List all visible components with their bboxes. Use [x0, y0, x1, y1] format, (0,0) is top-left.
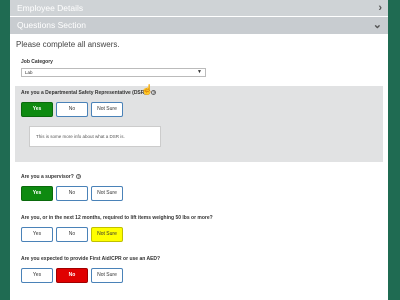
- answer-group: Yes No Not Sure: [21, 268, 388, 283]
- dropdown-caret-icon: ▼: [197, 69, 202, 75]
- no-button[interactable]: No: [56, 102, 88, 117]
- answer-group: Yes No Not Sure: [21, 227, 388, 242]
- chevron-right-icon[interactable]: ›: [378, 0, 382, 16]
- section-title: Questions Section: [17, 20, 86, 30]
- no-button[interactable]: No: [56, 227, 88, 242]
- question-text: Are you a Departmental Safety Representa…: [21, 90, 157, 96]
- question-first-aid: Are you expected to provide First Aid/CP…: [10, 252, 388, 289]
- form-panel: Employee Details › Questions Section ⌄ P…: [10, 0, 388, 300]
- yes-button[interactable]: Yes: [21, 227, 53, 242]
- not-sure-button[interactable]: Not Sure: [91, 102, 123, 117]
- not-sure-button[interactable]: Not Sure: [91, 227, 123, 242]
- intro-text: Please complete all answers.: [16, 40, 120, 49]
- answer-group: Yes No Not Sure: [21, 102, 383, 117]
- not-sure-button[interactable]: Not Sure: [91, 186, 123, 201]
- job-category-value: Lab: [25, 70, 33, 75]
- section-questions[interactable]: Questions Section ⌄: [10, 17, 388, 34]
- question-supervisor: Are you a supervisor? ? Yes No Not Sure: [10, 170, 388, 207]
- yes-button[interactable]: Yes: [21, 268, 53, 283]
- section-employee-details[interactable]: Employee Details ›: [10, 0, 388, 16]
- question-lifting: Are you, or in the next 12 months, requi…: [10, 211, 388, 248]
- chevron-down-icon[interactable]: ⌄: [373, 17, 382, 34]
- job-category-label: Job Category: [21, 59, 53, 65]
- question-dsr: Are you a Departmental Safety Representa…: [15, 86, 383, 162]
- yes-button[interactable]: Yes: [21, 102, 53, 117]
- no-button[interactable]: No: [56, 186, 88, 201]
- answer-group: Yes No Not Sure: [21, 186, 388, 201]
- hand-cursor-icon: ☝: [141, 85, 154, 96]
- help-icon[interactable]: ?: [76, 174, 82, 180]
- question-text: Are you, or in the next 12 months, requi…: [21, 215, 213, 221]
- not-sure-button[interactable]: Not Sure: [91, 268, 123, 283]
- no-button[interactable]: No: [56, 268, 88, 283]
- question-text: Are you a supervisor? ?: [21, 174, 82, 180]
- info-box: This is some more info about what a DSR …: [29, 126, 161, 147]
- question-text: Are you expected to provide First Aid/CP…: [21, 256, 161, 262]
- job-category-select[interactable]: Lab ▼: [21, 68, 206, 77]
- section-title: Employee Details: [17, 3, 84, 13]
- yes-button[interactable]: Yes: [21, 186, 53, 201]
